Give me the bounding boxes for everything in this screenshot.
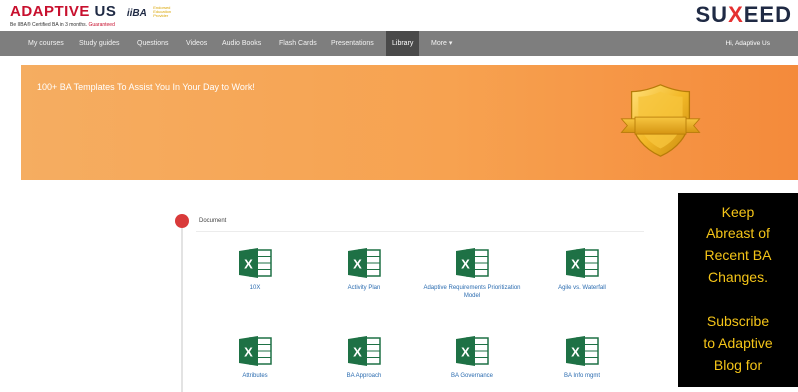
svg-text:X: X	[244, 345, 253, 360]
template-tile[interactable]: X 10X	[200, 246, 310, 292]
svg-text:X: X	[353, 257, 362, 272]
svg-text:X: X	[353, 345, 362, 360]
nav-item-audio-books[interactable]: Audio Books	[222, 31, 261, 56]
template-label[interactable]: BA Governance	[417, 372, 527, 380]
excel-icon: X	[239, 336, 272, 366]
svg-text:X: X	[571, 345, 580, 360]
template-label[interactable]: Activity Plan	[309, 284, 419, 292]
svg-text:X: X	[244, 257, 253, 272]
promo-line: to Adaptive	[703, 335, 773, 351]
timeline-line	[181, 222, 183, 392]
svg-text:X: X	[461, 345, 470, 360]
template-tile[interactable]: X BA Governance	[417, 334, 527, 380]
user-greeting-menu[interactable]: Hi, Adaptive Us	[726, 31, 770, 56]
logo-wordmark: ADAPTIVE US	[10, 3, 117, 20]
template-label[interactable]: BA Info mgmt	[527, 372, 637, 380]
promo-line: Keep	[721, 204, 755, 220]
nav-item-questions[interactable]: Questions	[137, 31, 169, 56]
hero-banner: 100+ BA Templates To Assist You In Your …	[21, 65, 798, 180]
main-navbar: My courses Study guides Questions Videos…	[0, 31, 798, 56]
template-label[interactable]: Agile vs. Waterfall	[527, 284, 637, 292]
template-tile[interactable]: X BA Info mgmt	[527, 334, 637, 380]
section-label: Document	[199, 218, 227, 224]
template-tile[interactable]: X BA Approach	[309, 334, 419, 380]
nav-item-library[interactable]: Library	[386, 31, 420, 56]
iiba-endorsement-note: Endorsed Education Provider	[153, 4, 172, 18]
svg-text:X: X	[461, 257, 470, 272]
template-label[interactable]: Adaptive Requirements Prioritization Mod…	[417, 284, 527, 300]
excel-icon: X	[566, 248, 599, 278]
template-label[interactable]: BA Approach	[309, 372, 419, 380]
template-tile[interactable]: X Adaptive Requirements Prioritization M…	[417, 246, 527, 300]
template-tile[interactable]: X Activity Plan	[309, 246, 419, 292]
promo-line: Abreast of	[706, 225, 770, 241]
top-branding-bar: ADAPTIVE US iiBA Endorsed Education Prov…	[0, 0, 798, 30]
nav-item-videos[interactable]: Videos	[186, 31, 207, 56]
excel-icon: X	[566, 336, 599, 366]
timeline-marker	[175, 214, 189, 228]
logo-tagline: Be IIBA® Certified BA in 3 months. Guara…	[10, 22, 115, 28]
nav-item-my-courses[interactable]: My courses	[28, 31, 64, 56]
promo-line: Blog for	[713, 357, 763, 373]
blog-subscribe-promo[interactable]: Keep Abreast of Recent BA Changes. Subsc…	[678, 193, 798, 387]
excel-icon: X	[456, 248, 489, 278]
excel-icon: X	[456, 336, 489, 366]
excel-icon: X	[348, 336, 381, 366]
adaptive-us-logo[interactable]: ADAPTIVE US iiBA Endorsed Education Prov…	[10, 3, 175, 28]
template-tile[interactable]: X Agile vs. Waterfall	[527, 246, 637, 292]
excel-icon: X	[239, 248, 272, 278]
template-label[interactable]: 10X	[200, 284, 310, 292]
excel-icon: X	[348, 248, 381, 278]
section-divider	[196, 231, 644, 232]
nav-item-presentations[interactable]: Presentations	[331, 31, 374, 56]
gold-shield-icon	[620, 84, 701, 157]
template-tile[interactable]: X Attributes	[200, 334, 310, 380]
promo-line: Subscribe	[706, 313, 770, 329]
nav-item-flash-cards[interactable]: Flash Cards	[279, 31, 317, 56]
nav-item-study-guides[interactable]: Study guides	[79, 31, 119, 56]
template-label[interactable]: Attributes	[200, 372, 310, 380]
suxeed-logo[interactable]: SUXEED	[696, 2, 793, 28]
banner-headline: 100+ BA Templates To Assist You In Your …	[37, 82, 255, 92]
svg-text:X: X	[571, 257, 580, 272]
iiba-logo: iiBA	[126, 8, 147, 19]
nav-item-more[interactable]: More ▾	[431, 31, 452, 56]
promo-line: Recent BA	[704, 247, 772, 263]
promo-line: Changes.	[708, 269, 768, 285]
